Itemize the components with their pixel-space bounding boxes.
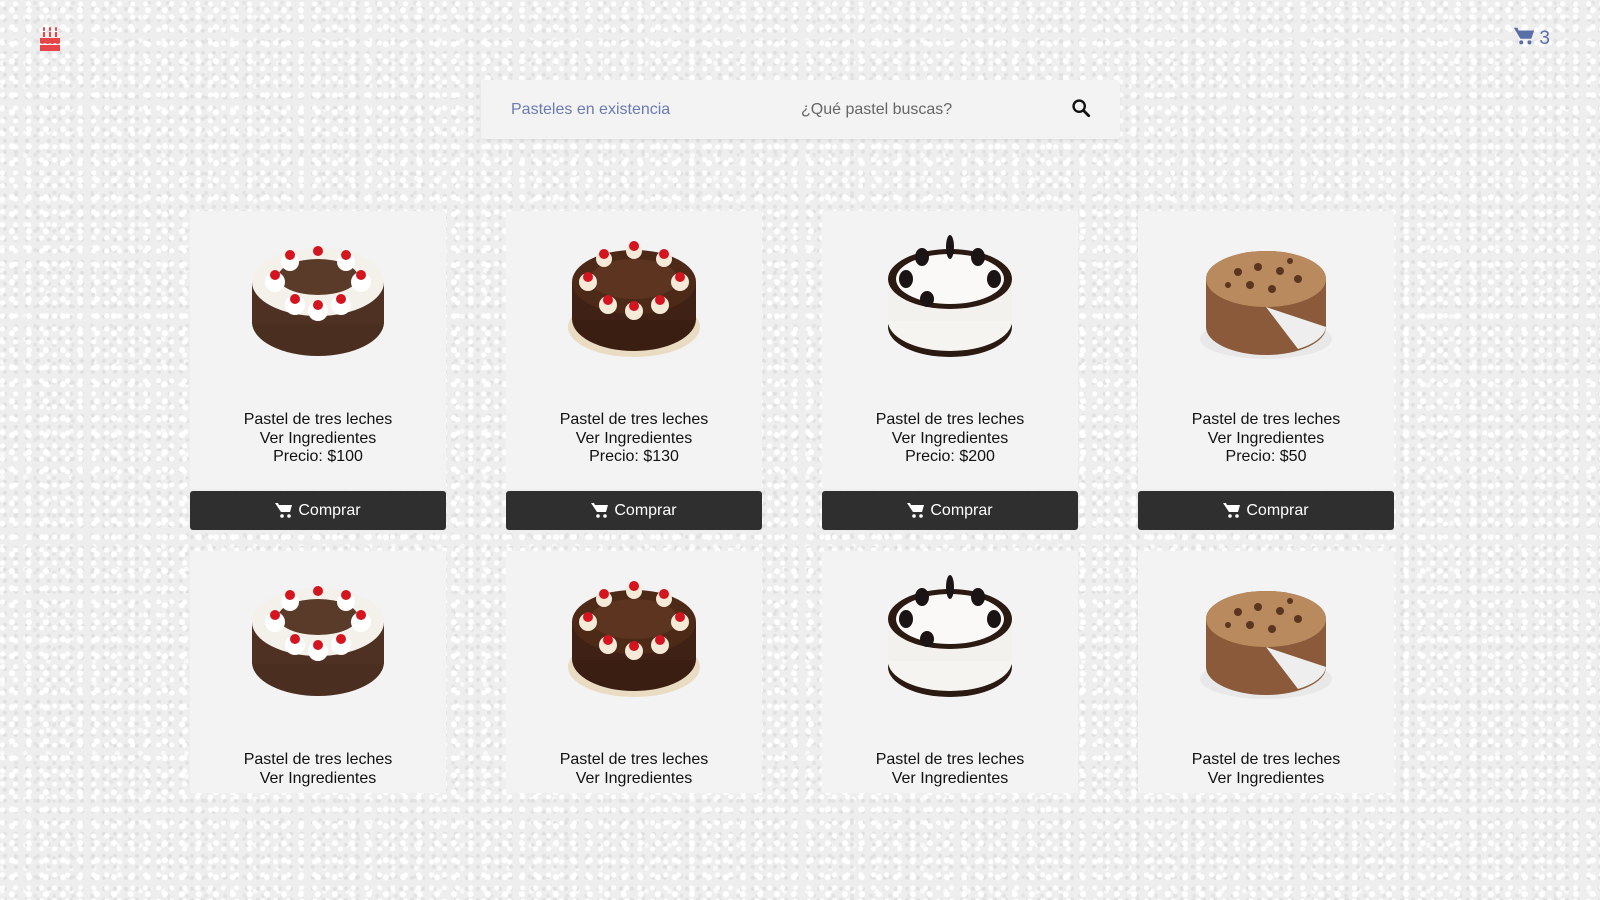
chocolate-cherry-cake-image [568, 581, 700, 697]
product-name: Pastel de tres leches [1191, 411, 1341, 428]
ingredients-link[interactable]: Ver Ingredientes [1138, 770, 1394, 789]
search-icon [1072, 99, 1091, 118]
ingredients-link[interactable]: Ver Ingredientes [506, 430, 762, 449]
in-stock-link[interactable]: Pasteles en existencia [511, 101, 801, 119]
buy-button-label: Comprar [298, 501, 361, 519]
product-card: Pastel de tres leches Ver Ingredientes P… [506, 211, 762, 533]
product-name: Pastel de tres leches [559, 411, 709, 428]
product-name: Pastel de tres leches [243, 411, 393, 428]
birthday-cake-icon[interactable] [38, 26, 62, 52]
search-button[interactable] [1070, 98, 1092, 120]
product-card: Pastel de tres leches Ver Ingredientes P… [190, 211, 446, 533]
product-grid: Pastel de tres leches Ver Ingredientes P… [190, 211, 1400, 793]
buy-button[interactable]: Comprar [190, 491, 446, 530]
ingredients-link[interactable]: Ver Ingredientes [190, 430, 446, 449]
cookies-and-cream-cake-image [888, 575, 1012, 697]
product-card: Pastel de tres leches Ver Ingredientes P… [822, 211, 1078, 533]
ingredients-link[interactable]: Ver Ingredientes [822, 770, 1078, 789]
cookies-and-cream-cake-image [888, 235, 1012, 357]
search-bar: Pasteles en existencia [481, 80, 1120, 139]
cookie-dough-ice-cream-cake-image [1200, 591, 1332, 699]
buy-button[interactable]: Comprar [1138, 491, 1394, 530]
cart-count: 3 [1539, 28, 1550, 49]
chocolate-cherry-cake-image [568, 241, 700, 357]
product-name: Pastel de tres leches [875, 411, 1025, 428]
product-name: Pastel de tres leches [875, 751, 1025, 768]
ingredients-link[interactable]: Ver Ingredientes [822, 430, 1078, 449]
product-card: Pastel de tres leches Ver Ingredientes [506, 551, 762, 793]
shopping-cart-icon [1223, 503, 1241, 518]
ingredients-link[interactable]: Ver Ingredientes [1138, 430, 1394, 449]
ingredients-link[interactable]: Ver Ingredientes [506, 770, 762, 789]
product-name: Pastel de tres leches [1191, 751, 1341, 768]
product-price: Precio: $130 [589, 448, 679, 465]
product-price: Precio: $200 [905, 448, 995, 465]
product-name: Pastel de tres leches [559, 751, 709, 768]
shopping-cart-icon [591, 503, 609, 518]
buy-button[interactable]: Comprar [822, 491, 1078, 530]
shopping-cart-icon [1513, 25, 1535, 53]
product-name: Pastel de tres leches [243, 751, 393, 768]
product-price: Precio: $50 [1225, 448, 1307, 465]
product-card: Pastel de tres leches Ver Ingredientes [1138, 551, 1394, 793]
product-price: Precio: $100 [273, 448, 363, 465]
product-card: Pastel de tres leches Ver Ingredientes [822, 551, 1078, 793]
ingredients-link[interactable]: Ver Ingredientes [190, 770, 446, 789]
black-forest-cake-image [252, 246, 384, 356]
buy-button-label: Comprar [1246, 501, 1309, 519]
buy-button[interactable]: Comprar [506, 491, 762, 530]
cart-button[interactable]: 3 [1513, 26, 1550, 52]
shopping-cart-icon [275, 503, 293, 518]
product-card: Pastel de tres leches Ver Ingredientes [190, 551, 446, 793]
buy-button-label: Comprar [614, 501, 677, 519]
buy-button-label: Comprar [930, 501, 993, 519]
search-input[interactable] [801, 100, 1061, 119]
shopping-cart-icon [907, 503, 925, 518]
black-forest-cake-image [252, 586, 384, 696]
cookie-dough-ice-cream-cake-image [1200, 251, 1332, 359]
product-card: Pastel de tres leches Ver Ingredientes P… [1138, 211, 1394, 533]
